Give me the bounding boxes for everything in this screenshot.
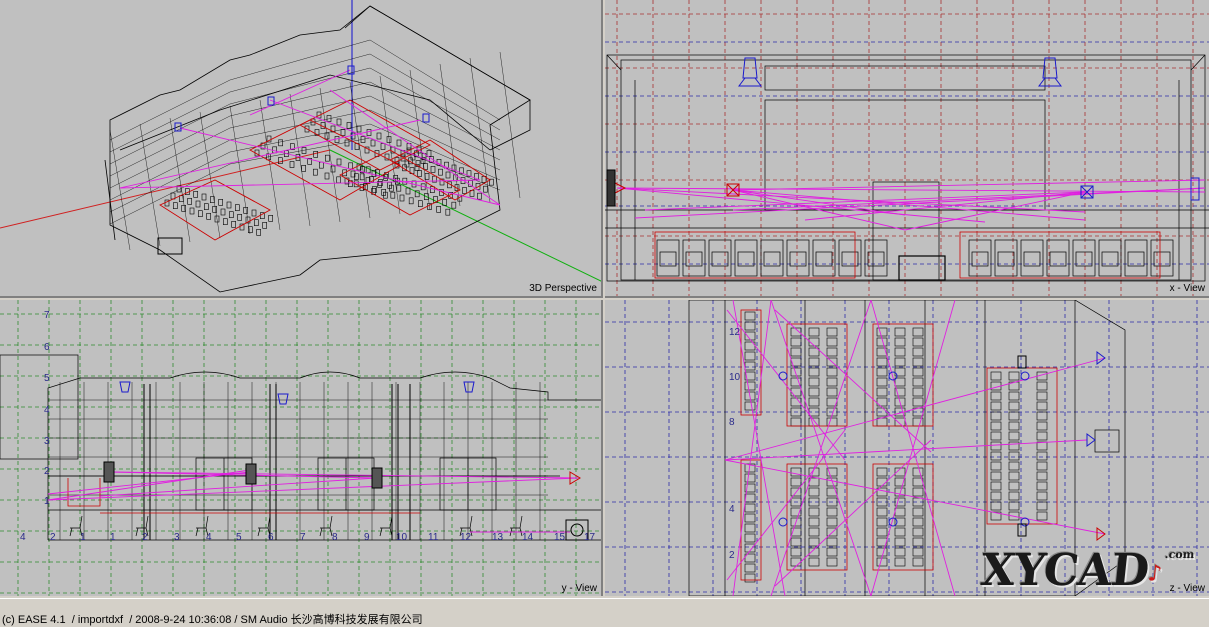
x-view-viewport[interactable]: x - View: [605, 0, 1209, 298]
y-grid-number: 14: [522, 532, 534, 543]
z-grid-number: 2: [729, 550, 735, 561]
status-project: / importdxf: [71, 614, 124, 626]
y-grid-number: 7: [44, 310, 50, 321]
y-grid-number: 9: [364, 532, 370, 543]
z-grid-number: 10: [729, 372, 741, 383]
x-view-canvas: [605, 0, 1209, 296]
y-grid-number: 2: [142, 532, 148, 543]
y-grid-number: 8: [332, 532, 338, 543]
y-grid-number: 6: [44, 342, 50, 353]
z-grid-number: 8: [729, 417, 735, 428]
z-grid-number: 12: [729, 327, 741, 338]
xycad-watermark-logo: XYCAD♪.com: [979, 545, 1196, 596]
y-grid-number: 7: [300, 532, 306, 543]
y-grid-number: 5: [44, 373, 50, 384]
perspective-canvas: [0, 0, 601, 293]
y-grid-number: 13: [492, 532, 504, 543]
y-grid-number: 15: [554, 532, 566, 543]
music-note-icon: ♪: [1146, 560, 1163, 587]
status-timestamp: / 2008-9-24 10:36:08: [129, 614, 232, 626]
y-grid-number: 6: [268, 532, 274, 543]
y-grid-number: 12: [460, 532, 472, 543]
z-grid-number: 4: [729, 504, 735, 515]
status-copyright: (c) EASE 4.1: [2, 614, 66, 626]
y-grid-number: 17: [584, 532, 596, 543]
y-grid-number: 4: [20, 532, 26, 543]
y-grid-number: 2: [44, 466, 50, 477]
y-grid-number: 4: [206, 532, 212, 543]
y-grid-number: 3: [44, 436, 50, 447]
y-grid-number: 10: [396, 532, 408, 543]
perspective-viewport[interactable]: 3D Perspective: [0, 0, 603, 298]
y-view-viewport[interactable]: 7 6 5 4 3 2 1 4 2 1 1 2 3 4 5 6 7 8 9 10 11 12 13 14 15 17…: [0, 300, 603, 596]
y-grid-number: 4: [44, 405, 50, 416]
y-grid-number: 5: [236, 532, 242, 543]
status-company: / SM Audio 长沙高博科技发展有限公司: [234, 614, 423, 626]
watermark-brand: XYCAD: [978, 545, 1152, 596]
y-grid-number: 1: [110, 532, 116, 543]
y-grid-number: 1: [44, 496, 50, 507]
y-grid-number: 11: [428, 532, 439, 543]
perspective-view-label: 3D Perspective: [529, 283, 597, 294]
y-grid-number: 3: [174, 532, 180, 543]
y-grid-number: 1: [80, 532, 86, 543]
y-view-canvas: [0, 300, 601, 596]
y-grid-number: 2: [50, 532, 56, 543]
watermark-suffix: .com: [1164, 548, 1196, 561]
x-view-label: x - View: [1169, 283, 1205, 294]
y-view-label: y - View: [561, 583, 597, 594]
status-bar: (c) EASE 4.1 / importdxf / 2008-9-24 10:…: [0, 598, 1209, 627]
